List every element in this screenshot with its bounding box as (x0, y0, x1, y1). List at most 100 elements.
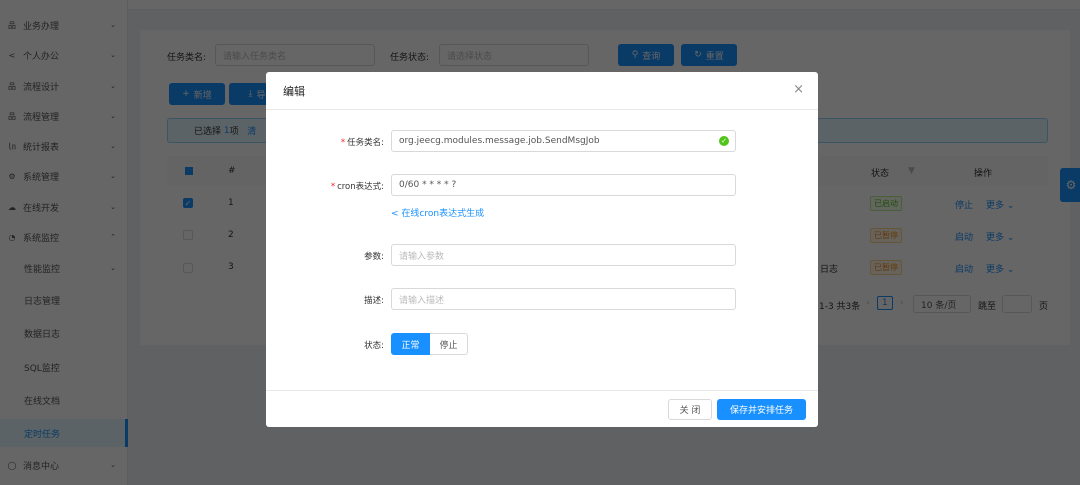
modal-header: 编辑 (266, 72, 818, 110)
dashboard-icon: ◔ (8, 232, 16, 242)
task-class-input[interactable]: org.jeecg.modules.message.job.SendMsgJob… (391, 130, 736, 152)
task-status-select[interactable]: 请选择状态 (439, 44, 589, 66)
chart-icon: ㏑ (8, 141, 16, 151)
sidebar-item-scheduled-tasks[interactable]: 定时任务 (0, 419, 128, 447)
placeholder: 请输入任务类名 (223, 51, 287, 62)
apps-icon: 品 (8, 81, 16, 91)
label: 消息中心 (23, 461, 60, 472)
header-status: 状态 (871, 169, 890, 179)
filter-icon[interactable]: ▼ (908, 166, 915, 176)
clear-link[interactable]: 清 (247, 124, 256, 137)
select-all-checkbox[interactable] (185, 167, 193, 175)
sidebar-item-personal[interactable]: < 个人办公 ⌄ (0, 41, 128, 69)
save-and-schedule-button[interactable]: 保存并安排任务 (717, 399, 806, 420)
gear-icon: ⚙ (8, 171, 16, 181)
row-checkbox[interactable] (183, 230, 193, 240)
search-icon: ⚲ (631, 50, 639, 60)
start-link[interactable]: 启动 (955, 262, 973, 275)
link-text: 在线cron表达式生成 (401, 209, 485, 219)
sidebar-item-online-dev[interactable]: ☁ 在线开发 ⌄ (0, 193, 128, 221)
pagination-total: 1-3 共3条 (819, 302, 861, 312)
query-button[interactable]: ⚲ 查询 (618, 44, 674, 66)
sidebar-item-sql[interactable]: SQL监控 (0, 353, 128, 381)
download-icon: ⤓ (248, 89, 253, 99)
placeholder: 请输入描述 (399, 295, 445, 306)
label: 在线文档 (24, 396, 61, 407)
modal-footer (266, 390, 818, 391)
sidebar: 品业务办理 ⌄ < 个人办公 ⌄ 品流程设计 ⌄ 品流程管理 ⌄ ㏑统计报表 ⌄ ⚙ 系统管理… (0, 0, 128, 485)
check-circle-icon: ✓ (719, 136, 729, 146)
sidebar-item-messages[interactable]: ◯ 消息中心 ⌄ (0, 451, 128, 479)
chevron-down-icon: ⌄ (110, 51, 116, 59)
task-class-label: 任务类名: (167, 53, 207, 63)
chevron-down-icon: ⌄ (110, 172, 116, 180)
cron-input[interactable]: 0/60 * * * * ? (391, 174, 736, 196)
jump-input[interactable] (1002, 295, 1032, 313)
page-size-select[interactable]: 10 条/页 (913, 295, 971, 313)
header-actions: 操作 (974, 169, 993, 179)
stop-link[interactable]: 停止 (955, 198, 973, 211)
label: 系统管理 (23, 172, 60, 183)
header-index: # (228, 166, 236, 176)
cron-generator-link[interactable]: < 在线cron表达式生成 (391, 206, 484, 219)
sidebar-item-data-logs[interactable]: 数据日志 (0, 319, 128, 347)
reload-icon: ↻ (694, 50, 702, 60)
label: 性能监控 (24, 264, 61, 275)
sidebar-item-system[interactable]: ⚙ 系统管理 ⌄ (0, 162, 128, 190)
sidebar-item-business[interactable]: 品业务办理 ⌄ (0, 11, 128, 39)
add-button[interactable]: + 新增 (169, 83, 225, 105)
chevron-down-icon: ⌄ (110, 142, 116, 150)
chevron-down-icon: ⌄ (110, 461, 116, 469)
row-checkbox[interactable] (183, 263, 193, 273)
label: 查询 (642, 51, 661, 62)
label: 日志管理 (24, 296, 61, 307)
page-1[interactable]: 1 (877, 296, 893, 310)
close-button[interactable]: 关 闭 (668, 399, 712, 420)
param-label: 参数: (364, 252, 384, 262)
close-icon[interactable]: × (793, 82, 804, 97)
label: 新增 (193, 90, 212, 101)
plus-icon: + (182, 89, 190, 99)
sidebar-item-performance[interactable]: 性能监控 ⌄ (0, 254, 128, 282)
input-value: 0/60 * * * * ? (399, 180, 457, 190)
more-link[interactable]: 更多 ⌄ (986, 230, 1014, 243)
share-icon: < (8, 50, 16, 60)
desc-input[interactable]: 请输入描述 (391, 288, 736, 310)
task-class-search-input[interactable]: 请输入任务类名 (215, 44, 375, 66)
prev-page-icon[interactable]: ‹ (866, 298, 870, 308)
row-index: 2 (228, 230, 234, 240)
status-stop-radio[interactable]: 停止 (430, 333, 468, 355)
top-header (128, 0, 1080, 10)
row-description: 日志 (820, 265, 839, 275)
cloud-icon: ☁ (8, 202, 16, 212)
sidebar-item-flow-manage[interactable]: 品流程管理 ⌄ (0, 102, 128, 130)
label: 个人办公 (23, 51, 60, 62)
cron-label: * cron表达式: (330, 182, 384, 192)
sidebar-item-logs[interactable]: 日志管理 (0, 286, 128, 314)
more-link[interactable]: 更多 ⌄ (986, 198, 1014, 211)
row-checkbox[interactable]: ✓ (183, 198, 193, 208)
label: 流程设计 (23, 82, 60, 93)
sidebar-item-monitor[interactable]: ◔ 系统监控 ⌃ (0, 223, 128, 251)
label: 导 (256, 90, 266, 101)
sidebar-item-docs[interactable]: 在线文档 (0, 386, 128, 414)
start-link[interactable]: 启动 (955, 230, 973, 243)
label: 在线开发 (23, 203, 60, 214)
share-icon: < (391, 209, 399, 219)
chevron-up-icon: ⌃ (110, 233, 116, 241)
label: 重置 (705, 51, 724, 62)
settings-drawer-button[interactable]: ⚙ (1060, 168, 1080, 202)
row-index: 3 (228, 262, 234, 272)
task-class-label: * 任务类名: (340, 138, 384, 148)
next-page-icon[interactable]: › (900, 298, 904, 308)
sidebar-item-reports[interactable]: ㏑统计报表 ⌄ (0, 132, 128, 160)
reset-button[interactable]: ↻ 重置 (681, 44, 737, 66)
placeholder: 请输入参数 (399, 251, 445, 262)
alert-text: 已选择 (194, 127, 222, 137)
more-link[interactable]: 更多 ⌄ (986, 262, 1014, 275)
param-input[interactable]: 请输入参数 (391, 244, 736, 266)
sidebar-item-flow-design[interactable]: 品流程设计 ⌄ (0, 72, 128, 100)
page-unit: 页 (1039, 302, 1049, 312)
status-normal-radio[interactable]: 正常 (391, 333, 430, 355)
apps-icon: 品 (8, 20, 16, 30)
